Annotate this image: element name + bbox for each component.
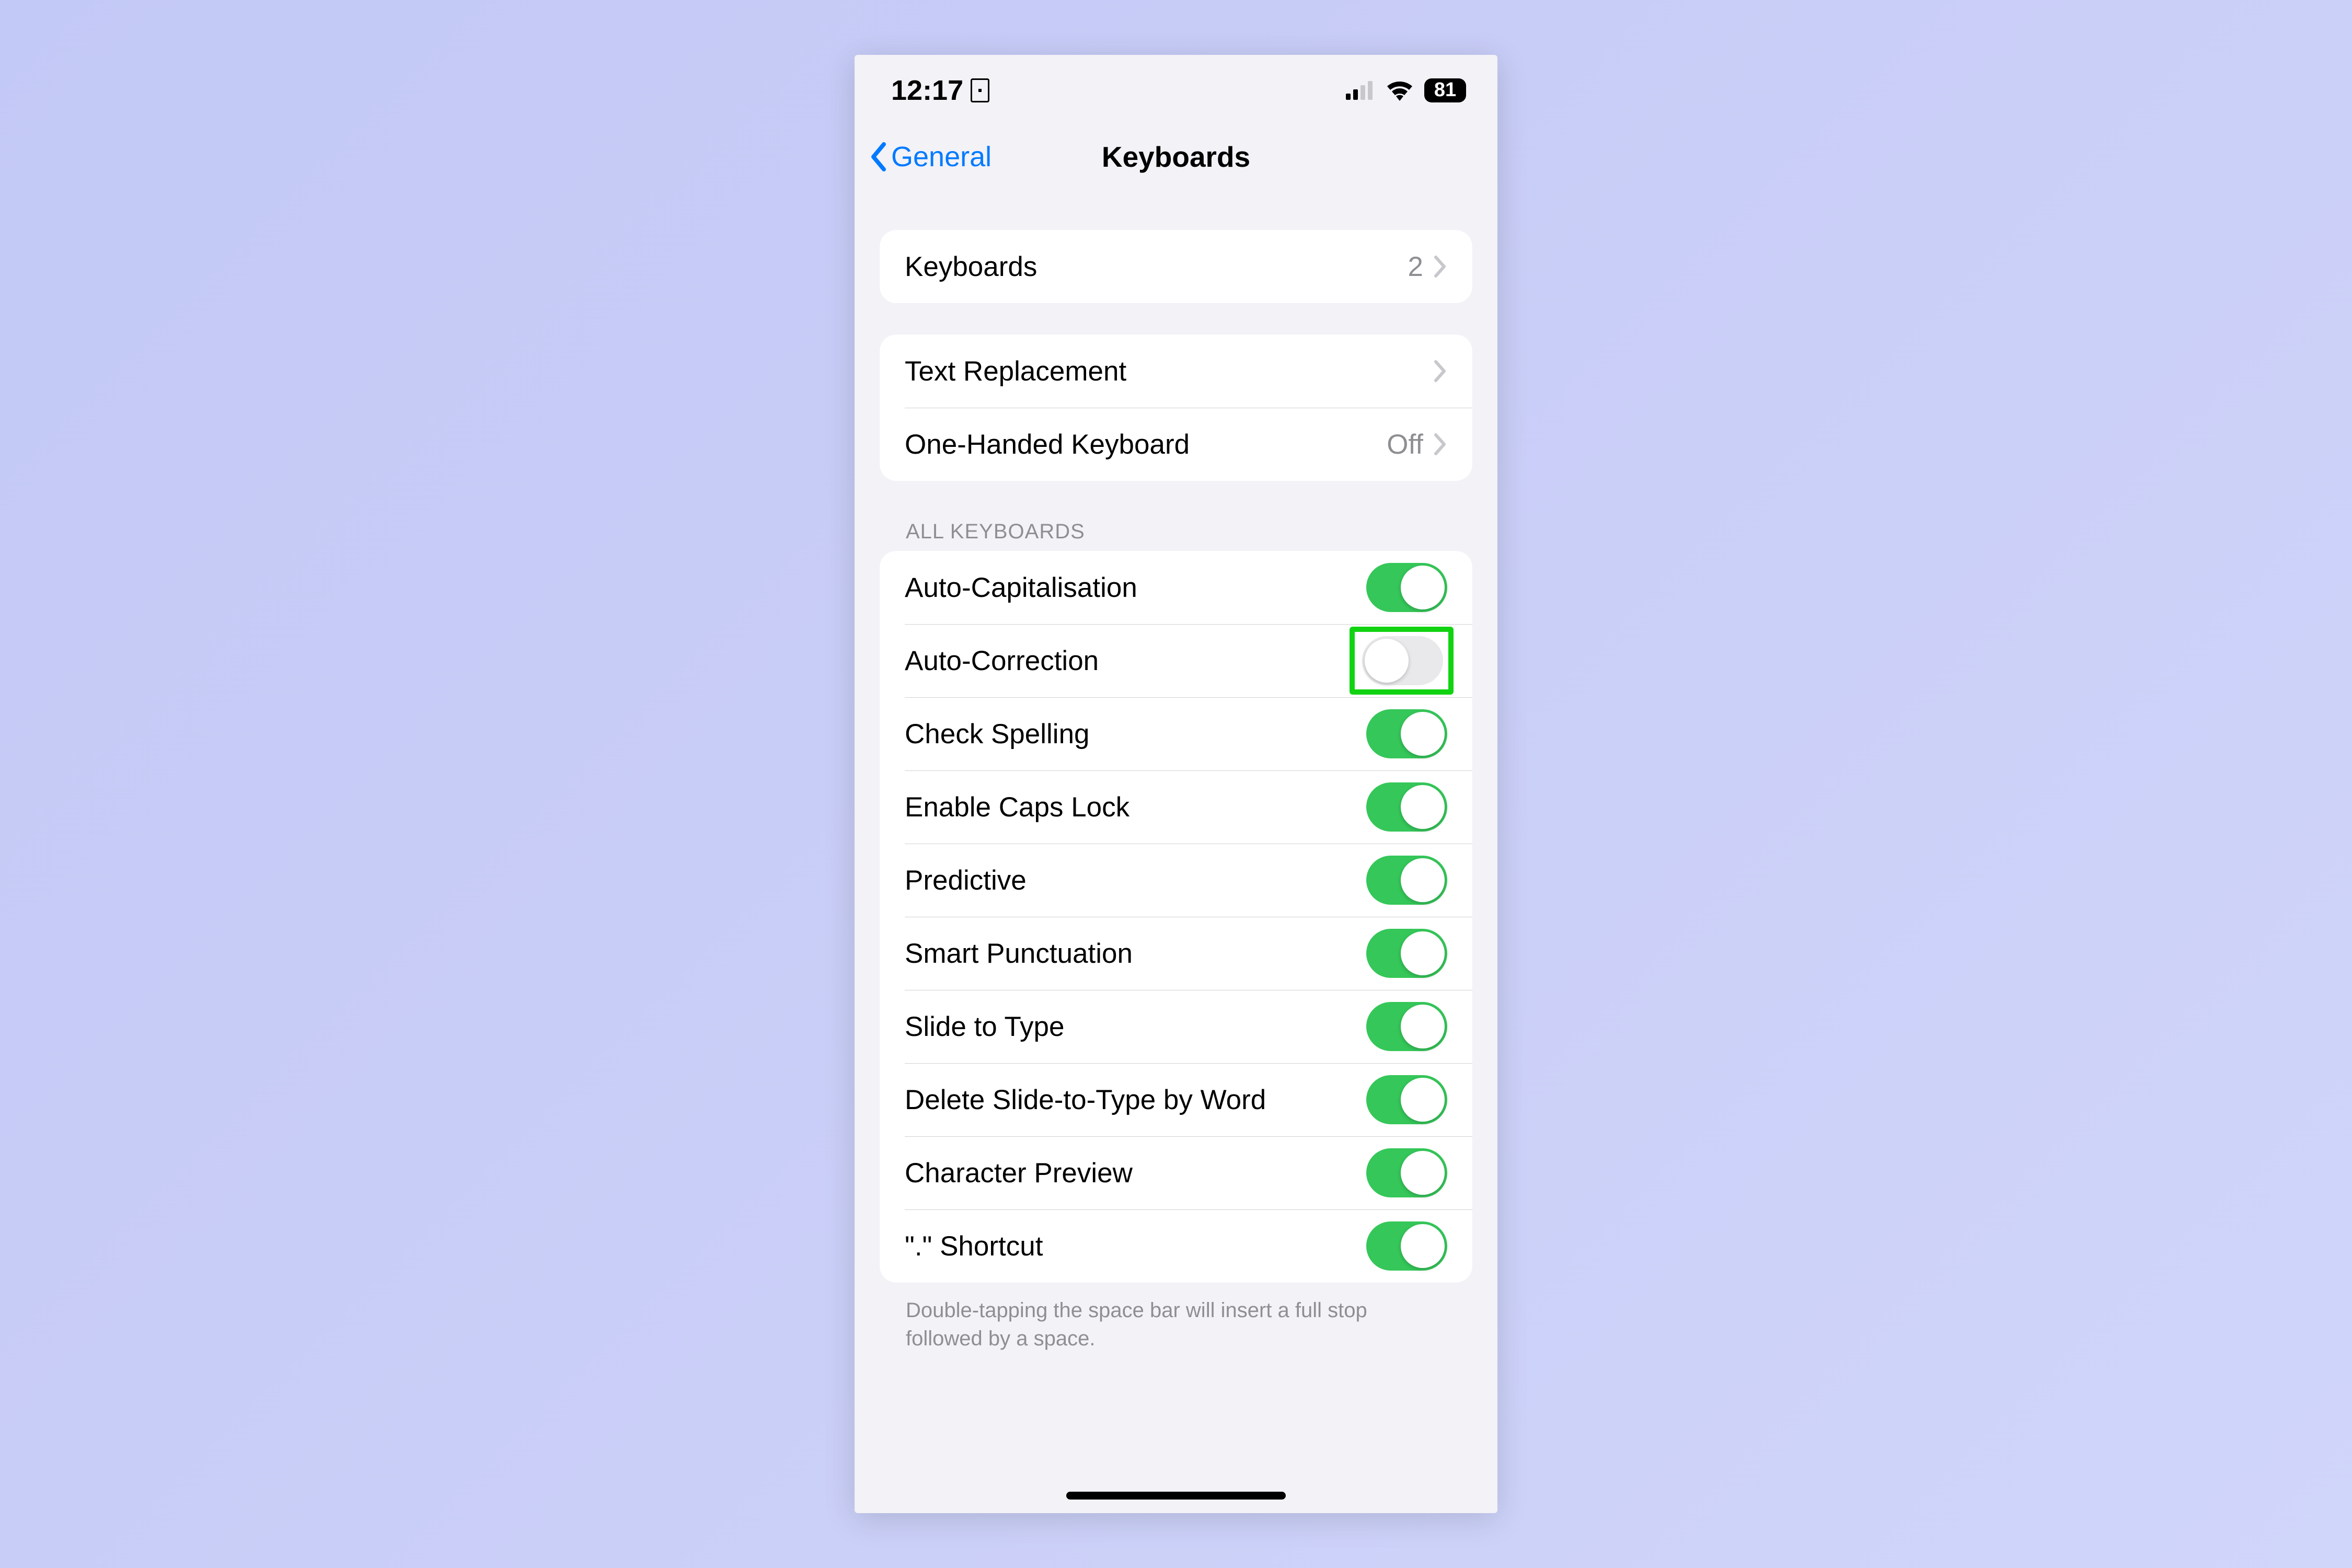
toggle-knob [1401, 1151, 1445, 1195]
status-right: 81 [1346, 78, 1466, 102]
toggle-char-preview[interactable] [1366, 1148, 1447, 1197]
row-label: Slide to Type [905, 1011, 1064, 1043]
battery-percent: 81 [1434, 79, 1456, 101]
row-value: 2 [1408, 251, 1423, 283]
back-button[interactable]: General [869, 141, 991, 173]
row-auto-cap: Auto-Capitalisation [880, 551, 1472, 624]
row-one-handed-keyboard[interactable]: One-Handed Keyboard Off [880, 408, 1472, 481]
signal-icon [1346, 81, 1375, 100]
row-check-spelling: Check Spelling [880, 697, 1472, 770]
toggle-caps-lock[interactable] [1366, 782, 1447, 832]
toggle-knob [1401, 858, 1445, 902]
row-label: Smart Punctuation [905, 938, 1133, 970]
row-value: Off [1387, 429, 1423, 460]
toggle-knob [1401, 566, 1445, 609]
row-label: Character Preview [905, 1157, 1133, 1189]
phone-frame: 12:17 81 [855, 55, 1497, 1513]
row-label: Keyboards [905, 251, 1037, 283]
toggle-knob [1365, 639, 1409, 683]
home-indicator[interactable] [1066, 1492, 1286, 1500]
row-keyboards[interactable]: Keyboards 2 [880, 230, 1472, 303]
group-keyboards: Keyboards 2 [880, 230, 1472, 303]
toggle-knob [1401, 1224, 1445, 1268]
row-smart-punct: Smart Punctuation [880, 917, 1472, 990]
row-label: Auto-Correction [905, 645, 1099, 677]
highlight-box [1350, 627, 1454, 695]
group-all-keyboards: Auto-Capitalisation Auto-Correction Check … [880, 551, 1472, 1283]
row-label: "." Shortcut [905, 1230, 1043, 1262]
chevron-right-icon [1434, 255, 1447, 278]
status-time: 12:17 [891, 74, 963, 107]
row-label: Enable Caps Lock [905, 791, 1129, 823]
row-label: Predictive [905, 864, 1027, 896]
row-label: Auto-Capitalisation [905, 572, 1137, 604]
row-label: One-Handed Keyboard [905, 429, 1190, 460]
group-keyboard-options: Text Replacement One-Handed Keyboard Off [880, 335, 1472, 481]
section-title-all-keyboards: ALL KEYBOARDS [906, 520, 1472, 544]
toggle-smart-punct[interactable] [1366, 929, 1447, 978]
toggle-auto-correct[interactable] [1362, 636, 1443, 685]
row-char-preview: Character Preview [880, 1136, 1472, 1209]
chevron-right-icon [1434, 433, 1447, 456]
nav-bar: General Keyboards [855, 125, 1497, 188]
back-label: General [891, 141, 991, 173]
toggle-predictive[interactable] [1366, 856, 1447, 905]
row-predictive: Predictive [880, 844, 1472, 917]
row-right: 2 [1408, 251, 1447, 283]
row-slide-type: Slide to Type [880, 990, 1472, 1063]
battery-indicator: 81 [1424, 78, 1466, 102]
toggle-knob [1401, 712, 1445, 756]
wifi-icon [1386, 80, 1414, 101]
row-caps-lock: Enable Caps Lock [880, 770, 1472, 844]
settings-scroll[interactable]: Keyboards 2 Text Replacement [855, 188, 1497, 1513]
chevron-right-icon [1434, 360, 1447, 383]
toggle-knob [1401, 1005, 1445, 1048]
row-right: Off [1387, 429, 1447, 460]
row-right [1434, 360, 1447, 383]
status-bar: 12:17 81 [855, 55, 1497, 125]
toggle-slide-type[interactable] [1366, 1002, 1447, 1051]
row-label: Check Spelling [905, 718, 1090, 750]
nav-title: Keyboards [1102, 140, 1250, 174]
row-auto-correct: Auto-Correction [880, 624, 1472, 697]
toggle-auto-cap[interactable] [1366, 563, 1447, 612]
toggle-knob [1401, 785, 1445, 829]
toggle-knob [1401, 1078, 1445, 1122]
toggle-check-spelling[interactable] [1366, 709, 1447, 758]
footer-note: Double-tapping the space bar will insert… [906, 1296, 1428, 1353]
toggle-knob [1401, 931, 1445, 975]
row-label: Delete Slide-to-Type by Word [905, 1084, 1266, 1116]
chevron-left-icon [869, 142, 888, 171]
row-label: Text Replacement [905, 355, 1126, 387]
toggle-delete-slide[interactable] [1366, 1075, 1447, 1124]
status-left: 12:17 [891, 74, 989, 107]
sim-icon [971, 78, 989, 102]
row-dot-shortcut: "." Shortcut [880, 1209, 1472, 1283]
row-text-replacement[interactable]: Text Replacement [880, 335, 1472, 408]
row-delete-slide: Delete Slide-to-Type by Word [880, 1063, 1472, 1136]
toggle-dot-shortcut[interactable] [1366, 1221, 1447, 1271]
